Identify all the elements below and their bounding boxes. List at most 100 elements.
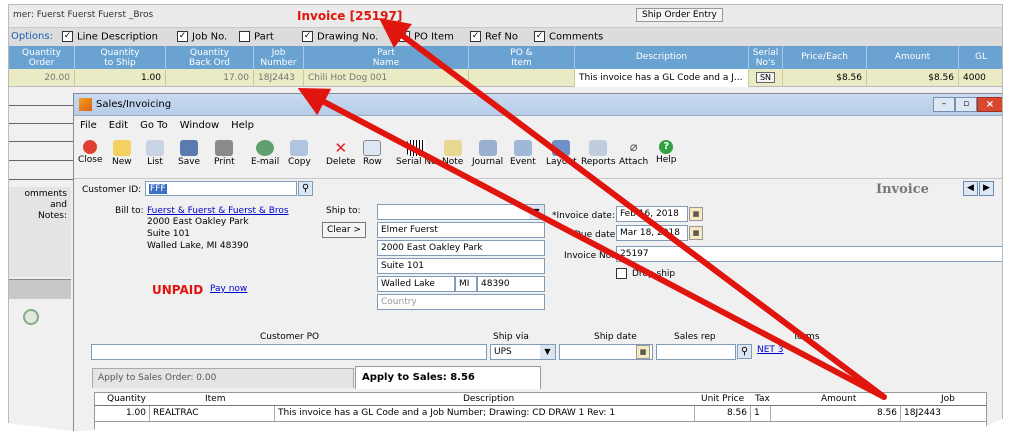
ship-to-address[interactable]: 2000 East Oakley Park	[377, 240, 545, 256]
serial-button[interactable]: SN	[755, 72, 776, 83]
table-row[interactable]: 1.00 REALTRAC This invoice has a GL Code…	[94, 406, 987, 422]
menu-file[interactable]: File	[80, 120, 97, 131]
cell-quantity-order[interactable]: 20.00	[9, 69, 75, 87]
col-unit-price[interactable]: Unit Price	[701, 393, 744, 406]
cell-job[interactable]: 18J2443	[901, 406, 987, 421]
cell-quantity-back-ord[interactable]: 17.00	[166, 69, 254, 87]
drop-ship-checkbox[interactable]	[616, 268, 627, 279]
option-part[interactable]: Part	[239, 31, 274, 43]
invoice-no-input[interactable]: 25197	[616, 246, 1002, 262]
ship-to-country[interactable]: Country	[377, 294, 545, 310]
checkbox-icon[interactable]	[239, 31, 250, 42]
menu-help[interactable]: Help	[231, 120, 254, 131]
chevron-down-icon[interactable]: ▼	[540, 345, 555, 359]
cell-price-each[interactable]: $8.56	[783, 69, 867, 87]
cell-quantity-to-ship[interactable]: 1.00	[75, 69, 166, 87]
round-button-icon[interactable]	[23, 309, 39, 325]
event-button[interactable]: Event	[510, 140, 536, 167]
cell-quantity[interactable]: 1.00	[95, 406, 150, 421]
col-amount[interactable]: Amount	[867, 46, 959, 69]
tab-apply-sales[interactable]: Apply to Sales: 8.56	[355, 366, 541, 389]
col-quantity-order[interactable]: Quantity Order	[9, 46, 75, 69]
pay-now-link[interactable]: Pay now	[210, 284, 247, 294]
maximize-icon[interactable]: ▫	[955, 97, 977, 112]
tab-apply-sales-order[interactable]: Apply to Sales Order: 0.00	[92, 368, 354, 388]
col-quantity-back-ord[interactable]: Quantity Back Ord	[166, 46, 254, 69]
window-titlebar[interactable]: Sales/Invoicing – ▫ ×	[74, 94, 1002, 116]
close-window-icon[interactable]: ×	[977, 97, 1002, 112]
option-job-no[interactable]: ✓ Job No.	[177, 31, 227, 43]
delete-button[interactable]: ✕ Delete	[326, 140, 356, 167]
cell-tax[interactable]: 1	[751, 406, 771, 421]
journal-button[interactable]: Journal	[472, 140, 503, 167]
ship-to-name[interactable]: Elmer Fuerst	[377, 222, 545, 238]
cell-unit-price[interactable]: 8.56	[695, 406, 751, 421]
col-price-each[interactable]: Price/Each	[783, 46, 867, 69]
col-part-name[interactable]: Part Name	[304, 46, 469, 69]
ship-to-select[interactable]	[377, 204, 545, 220]
option-po-item[interactable]: ✓ PO Item	[399, 31, 454, 43]
sales-rep-input[interactable]	[656, 344, 736, 360]
option-comments[interactable]: ✓ Comments	[534, 31, 603, 43]
ship-order-entry-button[interactable]: Ship Order Entry	[636, 8, 723, 22]
minimize-icon[interactable]: –	[933, 97, 955, 112]
copy-button[interactable]: Copy	[288, 140, 311, 167]
row-button[interactable]: Row	[363, 140, 382, 167]
cell-po-item[interactable]	[469, 69, 575, 87]
cell-item[interactable]: REALTRAC	[150, 406, 275, 421]
col-job[interactable]: Job	[941, 393, 955, 406]
bill-to-name-link[interactable]: Fuerst & Fuerst & Fuerst & Bros	[147, 206, 289, 216]
col-serial-nos[interactable]: Serial No's	[749, 46, 783, 69]
calendar-icon[interactable]: ▦	[689, 226, 703, 240]
chevron-down-icon[interactable]: ▼	[529, 205, 544, 219]
cell-description[interactable]: This invoice has a GL Code and a J...	[575, 69, 749, 87]
col-tax[interactable]: Tax	[755, 393, 770, 406]
ship-to-zip[interactable]: 48390	[477, 276, 545, 292]
layout-button[interactable]: Layout	[546, 140, 577, 167]
col-amount[interactable]: Amount	[821, 393, 856, 406]
option-drawing-no[interactable]: ✓ Drawing No.	[302, 31, 378, 43]
ship-to-state[interactable]: MI	[455, 276, 477, 292]
close-button[interactable]: Close	[78, 140, 103, 165]
due-date-input[interactable]: Mar 18, 2018	[616, 225, 688, 241]
menu-go-to[interactable]: Go To	[140, 120, 168, 131]
cell-job-number[interactable]: 18J2443	[254, 69, 304, 87]
reports-button[interactable]: Reports	[581, 140, 616, 167]
col-description[interactable]: Description	[575, 46, 749, 69]
prev-record-icon[interactable]: ◀	[963, 181, 978, 196]
col-quantity[interactable]: Quantity	[107, 393, 146, 406]
menu-window[interactable]: Window	[180, 120, 219, 131]
serial-no-button[interactable]: Serial No	[396, 140, 437, 167]
cell-gl[interactable]: 4000	[959, 69, 1002, 87]
ship-to-city[interactable]: Walled Lake	[377, 276, 455, 292]
col-po-item[interactable]: PO & Item	[469, 46, 575, 69]
col-gl[interactable]: GL	[959, 46, 1002, 69]
list-button[interactable]: List	[146, 140, 164, 167]
clear-button[interactable]: Clear >	[322, 222, 366, 238]
col-job-number[interactable]: Job Number	[254, 46, 304, 69]
menu-edit[interactable]: Edit	[109, 120, 128, 131]
option-ref-no[interactable]: ✓ Ref No	[470, 31, 518, 43]
cell-amount[interactable]: $8.56	[867, 69, 959, 87]
terms-link[interactable]: NET 3	[757, 345, 784, 355]
calendar-icon[interactable]: ▦	[689, 207, 703, 221]
search-icon[interactable]: ⚲	[737, 344, 752, 359]
print-button[interactable]: Print	[214, 140, 235, 167]
checkbox-icon[interactable]: ✓	[62, 31, 73, 42]
col-description[interactable]: Description	[463, 393, 514, 406]
cell-description[interactable]: This invoice has a GL Code and a Job Num…	[275, 406, 695, 421]
option-line-description[interactable]: ✓ Line Description	[62, 31, 158, 43]
calendar-icon[interactable]: ▦	[636, 345, 650, 359]
checkbox-icon[interactable]: ✓	[470, 31, 481, 42]
customer-po-input[interactable]	[91, 344, 487, 360]
cell-part-name[interactable]: Chili Hot Dog 001	[304, 69, 469, 87]
checkbox-icon[interactable]: ✓	[302, 31, 313, 42]
search-icon[interactable]: ⚲	[298, 181, 313, 196]
cell-serial[interactable]: SN	[749, 69, 783, 87]
attach-button[interactable]: ⌀ Attach	[619, 140, 648, 167]
col-item[interactable]: Item	[205, 393, 226, 406]
email-button[interactable]: E-mail	[251, 140, 279, 167]
col-quantity-to-ship[interactable]: Quantity to Ship	[75, 46, 166, 69]
checkbox-icon[interactable]: ✓	[399, 31, 410, 42]
save-button[interactable]: Save	[178, 140, 200, 167]
